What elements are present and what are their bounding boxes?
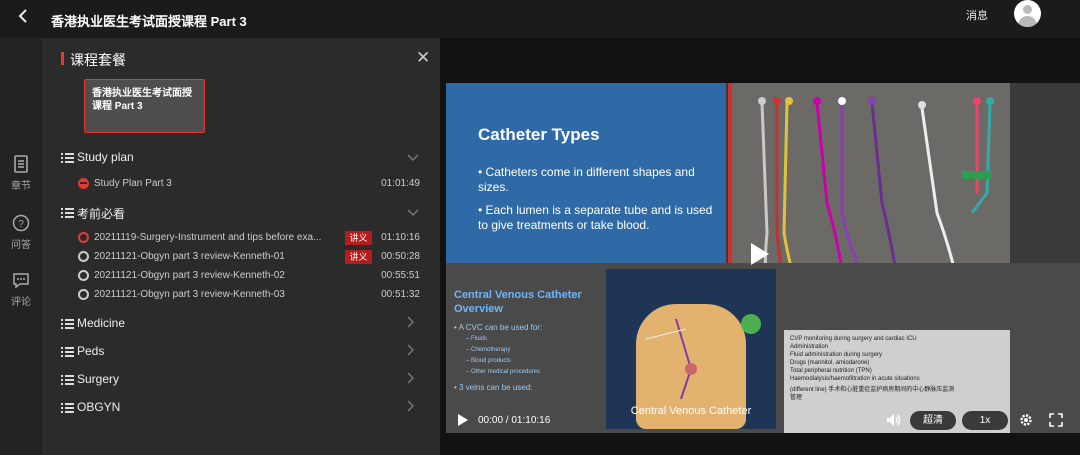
top-bar: 香港执业医生考试面授课程 Part 3 消息 xyxy=(0,0,1080,38)
lesson-row[interactable]: 20211121-Obgyn part 3 review-Kenneth-02 … xyxy=(78,267,420,285)
list-icon xyxy=(61,153,74,163)
settings-gear-icon[interactable] xyxy=(1019,413,1033,432)
slide-text-line: CVP monitoring during surgery and cardia… xyxy=(790,336,917,342)
slide-title: Catheter Types xyxy=(478,125,600,144)
rail-label-comments: 评论 xyxy=(11,297,31,308)
lesson-row[interactable]: Study Plan Part 3 01:01:49 xyxy=(78,175,420,193)
lesson-name: 20211121-Obgyn part 3 review-Kenneth-03 xyxy=(94,289,285,300)
slide-bullet: • Each lumen is a separate tube and is u… xyxy=(478,203,713,232)
playing-status-icon xyxy=(78,232,89,243)
lesson-row[interactable]: 20211121-Obgyn part 3 review-Kenneth-01 … xyxy=(78,248,420,266)
list-icon xyxy=(61,347,74,357)
left-rail: 章节 ? 问答 评论 xyxy=(0,38,42,455)
time-display: 00:00 / 01:10:16 xyxy=(478,415,551,426)
player-controls: 00:00 / 01:10:16 超清 1x xyxy=(446,407,1080,433)
section-label: Medicine xyxy=(77,316,126,330)
lesson-duration: 00:55:51 xyxy=(381,270,420,281)
back-icon[interactable] xyxy=(18,6,36,30)
avatar[interactable] xyxy=(1014,0,1041,27)
fullscreen-icon[interactable] xyxy=(1049,413,1063,432)
lesson-duration: 00:51:32 xyxy=(381,289,420,300)
question-icon: ? xyxy=(12,214,30,232)
volume-icon[interactable] xyxy=(886,413,902,432)
section-peds[interactable]: Peds xyxy=(61,343,421,363)
slide-text-line: Fluid administration during surgery xyxy=(790,352,883,358)
list-icon xyxy=(61,403,74,413)
cvc-title: Central Venous Catheter Overview xyxy=(454,289,582,315)
chapter-icon xyxy=(14,155,28,173)
quality-selector[interactable]: 超清 xyxy=(910,411,956,430)
section-study-plan[interactable]: Study plan xyxy=(61,149,421,169)
section-medicine[interactable]: Medicine xyxy=(61,315,421,335)
chevron-down-icon xyxy=(407,149,419,165)
rail-label-qa: 问答 xyxy=(11,240,31,251)
section-obgyn[interactable]: OBGYN xyxy=(61,399,421,419)
cvc-bullet: • 3 veins can be used: xyxy=(454,383,533,392)
lesson-duration: 01:01:49 xyxy=(381,178,420,189)
package-card[interactable]: 香港执业医生考试面授课程 Part 3 xyxy=(84,79,205,133)
status-circle-icon xyxy=(78,289,89,300)
cvc-sub: – Chemotherapy xyxy=(466,347,511,353)
rail-item-comments[interactable]: 评论 xyxy=(0,272,42,308)
handout-badge[interactable]: 讲义 xyxy=(345,250,372,264)
video-player[interactable]: Catheter Types • Catheters come in diffe… xyxy=(440,38,1080,455)
rail-item-chapters[interactable]: 章节 xyxy=(0,155,42,192)
cvc-sub: – Blood products xyxy=(466,358,512,364)
slide-text-line: Administration xyxy=(790,344,829,350)
chevron-right-icon xyxy=(407,399,415,415)
speed-selector[interactable]: 1x xyxy=(962,411,1008,430)
slide-bullet: • Catheters come in different shapes and… xyxy=(478,165,695,194)
section-label: OBGYN xyxy=(77,400,121,414)
lesson-row[interactable]: 20211121-Obgyn part 3 review-Kenneth-03 … xyxy=(78,286,420,304)
list-icon xyxy=(61,208,74,218)
lesson-name: 20211121-Obgyn part 3 review-Kenneth-01 xyxy=(94,251,285,262)
status-circle-icon xyxy=(78,270,89,281)
section-label: 考前必看 xyxy=(77,207,126,221)
slide-text-line: (different line) 手术和心脏重症监护病房期间的中心静脉压监测 xyxy=(790,387,955,393)
svg-text:?: ? xyxy=(18,219,24,230)
big-play-icon[interactable] xyxy=(748,241,772,267)
lesson-duration: 01:10:16 xyxy=(381,232,420,243)
chevron-right-icon xyxy=(407,371,415,387)
cvc-bullet: • A CVC can be used for: xyxy=(454,323,543,332)
video-frame[interactable]: Catheter Types • Catheters come in diffe… xyxy=(446,83,1080,433)
chevron-right-icon xyxy=(407,343,415,359)
slide-text-line: Drugs (mannitol, amiodarone) xyxy=(790,360,870,366)
cvc-sub: – Other medical procedures xyxy=(466,369,541,375)
course-panel: 课程套餐 ✕ 香港执业医生考试面授课程 Part 3 Study plan St… xyxy=(42,38,473,455)
lesson-duration: 00:50:28 xyxy=(381,251,420,262)
close-icon[interactable]: ✕ xyxy=(416,49,430,67)
status-circle-icon xyxy=(78,251,89,262)
lesson-row[interactable]: 20211119-Surgery-Instrument and tips bef… xyxy=(78,229,420,247)
handout-badge[interactable]: 讲义 xyxy=(345,231,372,245)
slide-text-line: 管理 xyxy=(790,395,803,401)
play-icon[interactable] xyxy=(457,413,469,432)
section-label: Surgery xyxy=(77,372,120,386)
comment-icon xyxy=(13,273,29,289)
panel-title: 课程套餐 xyxy=(70,52,126,68)
rail-label-chapters: 章节 xyxy=(11,181,31,192)
list-icon xyxy=(61,375,74,385)
panel-accent-bar xyxy=(61,52,64,65)
messages-link[interactable]: 消息 xyxy=(966,7,988,23)
chevron-down-icon xyxy=(407,204,419,220)
section-must-see[interactable]: 考前必看 xyxy=(61,204,421,224)
lesson-name: 20211121-Obgyn part 3 review-Kenneth-02 xyxy=(94,270,285,281)
rail-item-qa[interactable]: ? 问答 xyxy=(0,214,42,251)
chevron-right-icon xyxy=(407,315,415,331)
section-label: Study plan xyxy=(77,150,134,164)
section-surgery[interactable]: Surgery xyxy=(61,371,421,391)
slide-text-line: Total peripheral nutrition (TPN) xyxy=(790,368,872,374)
lesson-name: 20211119-Surgery-Instrument and tips bef… xyxy=(94,232,322,243)
slide-text-line: Haemodialysis/haemofiltration in acute s… xyxy=(790,376,920,382)
progress-icon xyxy=(78,178,89,189)
section-label: Peds xyxy=(77,344,105,358)
page-title: 香港执业医生考试面授课程 Part 3 xyxy=(51,14,247,29)
lesson-name: Study Plan Part 3 xyxy=(94,178,172,189)
list-icon xyxy=(61,319,74,329)
cvc-sub: – Fluids xyxy=(466,336,488,342)
